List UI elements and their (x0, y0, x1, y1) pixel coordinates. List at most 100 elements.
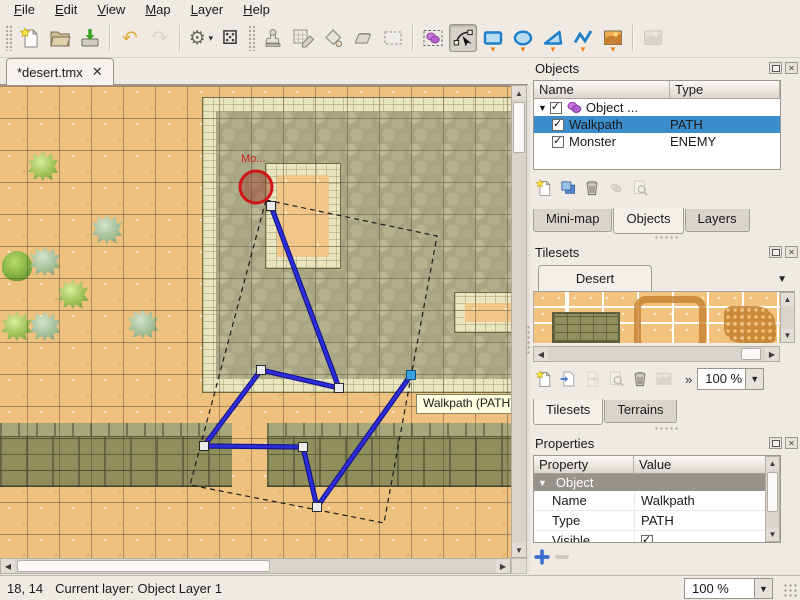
walkpath-vertex-selected[interactable] (407, 371, 416, 380)
more-buttons-icon[interactable]: » (685, 372, 692, 387)
open-button[interactable] (46, 24, 74, 52)
tab-objects[interactable]: Objects (613, 208, 683, 234)
document-tab[interactable]: *desert.tmx ✕ (6, 58, 114, 85)
tileset-hscroll-thumb[interactable] (741, 348, 761, 360)
menu-edit[interactable]: Edit (45, 1, 87, 18)
properties-scrollbar[interactable]: ▲ ▼ (765, 456, 780, 542)
insert-tile-object-button[interactable]: ▼ (599, 24, 627, 52)
object-row-monster[interactable]: MonsterENEMY (534, 133, 780, 150)
walkpath-vertex[interactable] (257, 366, 266, 375)
tab-layers[interactable]: Layers (685, 209, 750, 232)
duplicate-object-button[interactable] (557, 177, 579, 199)
value-checkbox[interactable] (641, 535, 653, 544)
object-properties-button[interactable] (629, 177, 651, 199)
map-canvas[interactable]: Mo... Walkpath (PATH) (0, 85, 511, 559)
undo-button[interactable]: ↶ (116, 24, 144, 52)
property-value[interactable]: Walkpath (634, 491, 780, 510)
tileset-brick-tile[interactable] (552, 312, 620, 343)
tileset-dropdown-icon[interactable]: ▼ (777, 274, 787, 285)
expander-icon[interactable]: ▼ (538, 103, 547, 113)
scroll-down-icon[interactable]: ▼ (512, 543, 526, 557)
combo-dropdown-icon[interactable]: ▼ (745, 369, 763, 389)
edit-polygons-button[interactable] (449, 24, 477, 52)
object-row-walkpath[interactable]: WalkpathPATH (534, 116, 780, 133)
window-resize-grip[interactable] (783, 583, 797, 597)
insert-ellipse-button[interactable]: ▼ (509, 24, 537, 52)
combo-dropdown-icon[interactable]: ▼ (754, 579, 772, 598)
scroll-up-icon[interactable]: ▲ (766, 457, 779, 470)
column-header-value[interactable]: Value (634, 456, 780, 473)
tileset-tab-desert[interactable]: Desert (538, 265, 652, 291)
collapse-icon[interactable]: ▼ (538, 478, 547, 488)
insert-polygon-button[interactable]: ▼ (539, 24, 567, 52)
tile-stamp-button[interactable] (639, 24, 667, 52)
tab-tilesets[interactable]: Tilesets (533, 399, 603, 425)
automap-button[interactable]: ⚙▾ (186, 24, 214, 52)
insert-rectangle-button[interactable]: ▼ (479, 24, 507, 52)
new-file-button[interactable] (16, 24, 44, 52)
property-row-visible[interactable]: Visible (534, 531, 780, 543)
menu-map[interactable]: Map (135, 1, 180, 18)
map-vertical-scrollbar[interactable]: ▲ ▼ (511, 85, 527, 558)
tileset-dither-arch[interactable] (634, 296, 706, 343)
dock-splitter[interactable] (533, 233, 800, 241)
tileset-zoom-combo[interactable]: 100 % ▼ (697, 368, 764, 390)
menu-file[interactable]: File (4, 1, 45, 18)
new-tileset-button[interactable] (533, 368, 555, 390)
tileset-dither-patch[interactable] (724, 306, 776, 343)
tab-mini-map[interactable]: Mini-map (533, 209, 612, 232)
stamp-brush-button[interactable] (259, 24, 287, 52)
import-tileset-button[interactable] (557, 368, 579, 390)
map-vscroll-thumb[interactable] (513, 102, 525, 153)
move-object-button[interactable] (605, 177, 627, 199)
property-value[interactable] (634, 531, 780, 543)
scroll-up-icon[interactable]: ▲ (781, 293, 794, 306)
close-dock-button[interactable]: ✕ (785, 437, 798, 449)
walkpath-vertex[interactable] (267, 202, 276, 211)
tileset-view[interactable] (533, 292, 781, 343)
tileset-vertical-scrollbar[interactable]: ▲ ▼ (780, 292, 795, 343)
terrain-brush-button[interactable] (289, 24, 317, 52)
walkpath-vertex[interactable] (299, 443, 308, 452)
close-dock-button[interactable]: ✕ (785, 246, 798, 258)
toolbar-grip[interactable] (5, 25, 12, 51)
remove-tileset-button[interactable] (629, 368, 651, 390)
walkpath-vertex[interactable] (335, 384, 344, 393)
dropdown-icon[interactable]: ▾ (208, 33, 213, 44)
remove-object-button[interactable] (581, 177, 603, 199)
object-row-object-[interactable]: ▼Object ... (534, 99, 780, 116)
float-dock-button[interactable] (769, 246, 782, 258)
random-mode-button[interactable]: ⚄ (216, 24, 244, 52)
scroll-up-icon[interactable]: ▲ (512, 86, 526, 100)
column-header-type[interactable]: Type (670, 81, 780, 98)
rect-select-button[interactable] (379, 24, 407, 52)
save-button[interactable] (76, 24, 104, 52)
bucket-fill-button[interactable] (319, 24, 347, 52)
visibility-checkbox[interactable] (552, 136, 564, 148)
map-horizontal-scrollbar[interactable]: ◀ ▶ (0, 558, 511, 574)
property-group-row[interactable]: ▼ Object (534, 474, 780, 491)
scroll-down-icon[interactable]: ▼ (781, 329, 794, 342)
float-dock-button[interactable] (769, 437, 782, 449)
walkpath-vertex[interactable] (200, 442, 209, 451)
scroll-right-icon[interactable]: ▶ (496, 559, 510, 573)
menu-layer[interactable]: Layer (181, 1, 234, 18)
remove-property-button[interactable] (553, 549, 571, 565)
walkpath-polyline[interactable] (204, 206, 411, 507)
column-header-property[interactable]: Property (534, 456, 634, 473)
select-objects-button[interactable] (419, 24, 447, 52)
menu-view[interactable]: View (87, 1, 135, 18)
walkpath-vertex[interactable] (313, 503, 322, 512)
column-header-name[interactable]: Name (534, 81, 670, 98)
add-property-button[interactable] (533, 549, 551, 565)
add-object-button[interactable] (533, 177, 555, 199)
property-row-type[interactable]: TypePATH (534, 511, 780, 531)
tileset-properties-button[interactable] (653, 368, 675, 390)
scroll-left-icon[interactable]: ◀ (1, 559, 15, 573)
map-hscroll-thumb[interactable] (17, 560, 270, 572)
tileset-horizontal-scrollbar[interactable]: ◀ ▶ (533, 346, 780, 362)
menu-help[interactable]: Help (233, 1, 280, 18)
monster-ellipse-object[interactable] (240, 171, 272, 203)
close-dock-button[interactable]: ✕ (785, 62, 798, 74)
toolbar-grip[interactable] (248, 25, 255, 51)
